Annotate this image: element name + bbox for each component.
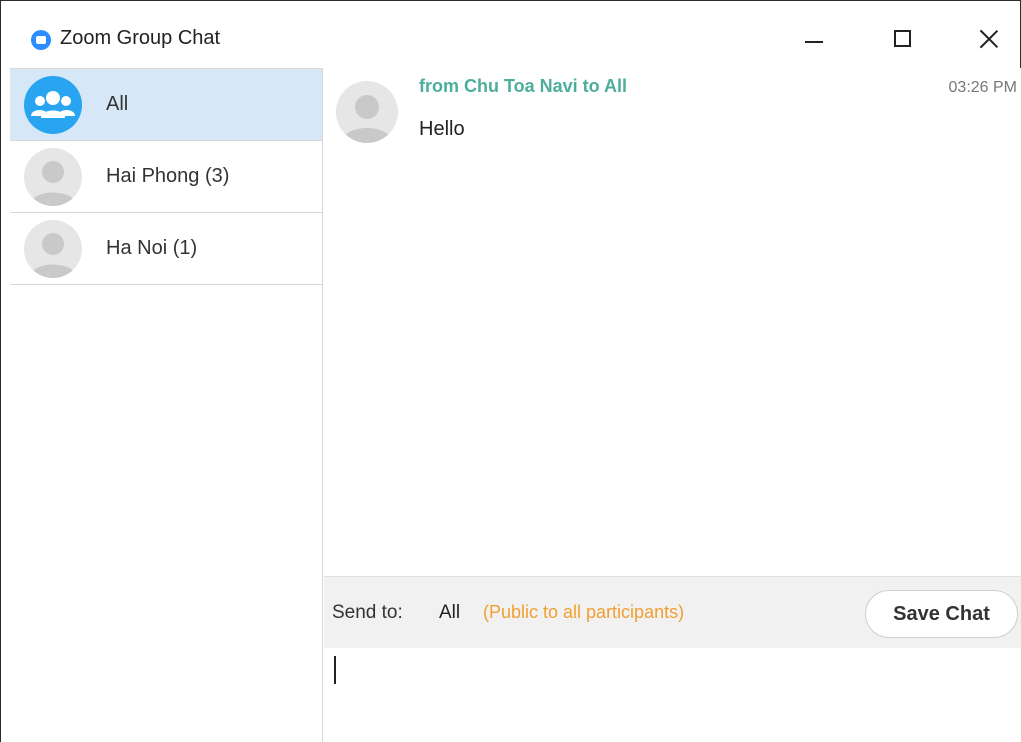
send-to-note: (Public to all participants) xyxy=(483,602,685,622)
send-to-dropdown[interactable]: All xyxy=(439,602,460,624)
maximize-icon xyxy=(893,29,911,47)
message-sender: from Chu Toa Navi to All xyxy=(419,76,628,96)
chat-window: Zoom Group Chat All Hai Phong (3) Ha Noi… xyxy=(0,0,1021,742)
person-avatar-icon xyxy=(336,81,398,143)
person-avatar-icon xyxy=(24,220,82,278)
save-chat-button[interactable]: Save Chat xyxy=(865,590,1018,638)
message-area[interactable]: from Chu Toa Navi to All 03:26 PM Hello xyxy=(324,68,1021,576)
sidebar-item-hai-phong[interactable]: Hai Phong (3) xyxy=(10,141,322,213)
recipient-sidebar: All Hai Phong (3) Ha Noi (1) xyxy=(10,68,323,742)
person-avatar-icon xyxy=(24,148,82,206)
window-title: Zoom Group Chat xyxy=(60,27,221,49)
send-to-label: Send to: xyxy=(332,602,403,623)
maximize-button[interactable] xyxy=(879,15,925,61)
send-bar: Send to: All (Public to all participants… xyxy=(324,576,1021,648)
close-icon xyxy=(978,27,1000,49)
sidebar-item-label: Hai Phong (3) xyxy=(106,165,230,187)
zoom-logo-icon xyxy=(31,30,51,50)
message-input[interactable] xyxy=(324,648,1021,742)
close-button[interactable] xyxy=(966,15,1012,61)
sidebar-item-label: All xyxy=(106,93,129,115)
sidebar-item-label: Ha Noi (1) xyxy=(106,237,198,259)
sidebar-item-ha-noi[interactable]: Ha Noi (1) xyxy=(10,213,322,285)
text-caret xyxy=(334,656,336,684)
message-timestamp: 03:26 PM xyxy=(948,79,1017,96)
message-text: Hello xyxy=(419,118,465,140)
group-icon xyxy=(24,76,82,134)
minimize-icon xyxy=(805,41,823,43)
sidebar-item-all[interactable]: All xyxy=(10,69,322,141)
title-bar: Zoom Group Chat xyxy=(1,1,1020,67)
minimize-button[interactable] xyxy=(791,15,837,61)
